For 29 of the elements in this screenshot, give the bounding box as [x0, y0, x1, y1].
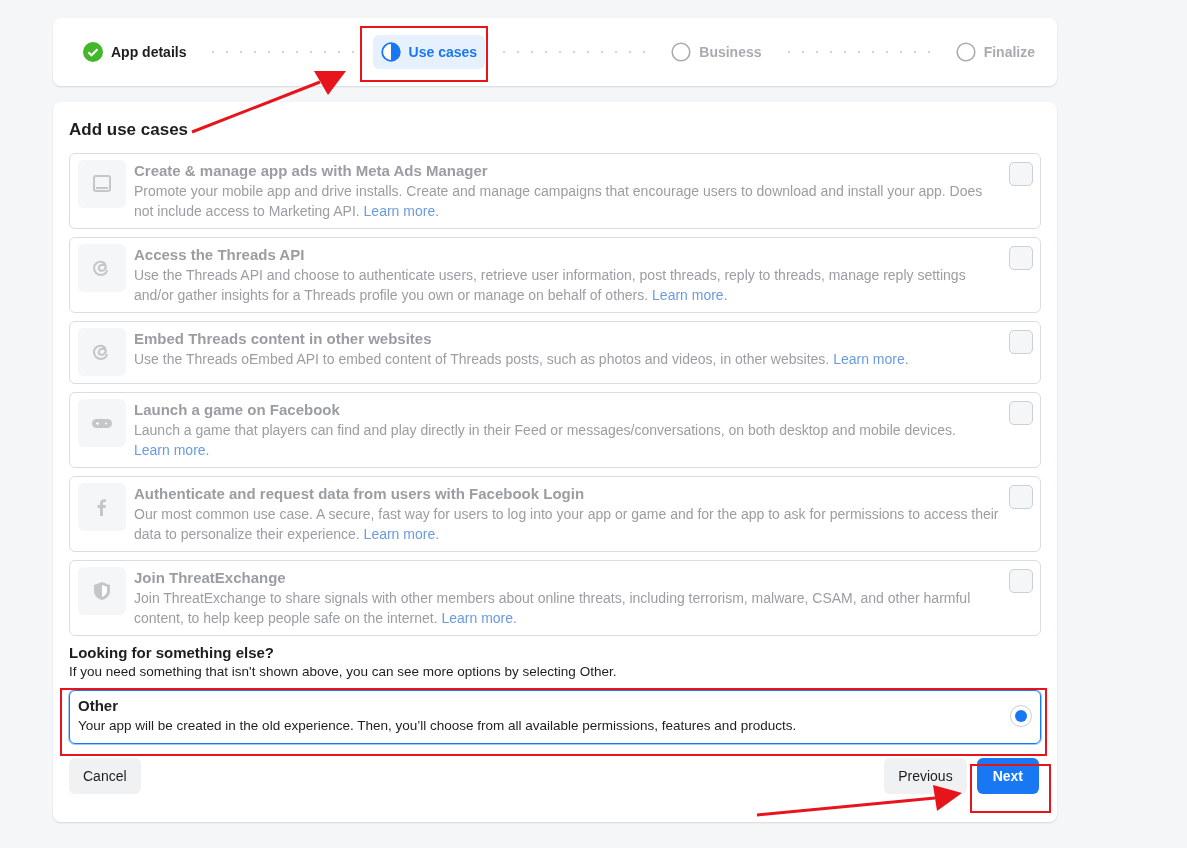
- option-title: Join ThreatExchange: [134, 568, 287, 588]
- next-button[interactable]: Next: [976, 758, 1039, 794]
- half-circle-icon: [380, 42, 401, 62]
- step-tab[interactable]: Use cases: [372, 35, 486, 69]
- step-tab[interactable]: App details: [75, 35, 195, 69]
- option-title: Create & manage app ads with Meta Ads Manager: [134, 161, 489, 181]
- option-title: Access the Threads API: [134, 245, 306, 265]
- option-title: Authenticate and request data from users with Facebook Login: [134, 484, 586, 504]
- cancel-button[interactable]: Cancel: [69, 758, 141, 794]
- option-title: Other: [78, 696, 119, 716]
- other-option[interactable]: Other Your app will be created in the old experience. Then, you’ll choose from all available permissions, features and products.: [69, 690, 1041, 744]
- hint-text: If you need something that isn't shown above, you can see more options by selecting Other.: [69, 664, 618, 679]
- previous-button[interactable]: Previous: [884, 758, 967, 794]
- empty-circle-icon: [671, 42, 692, 62]
- option-description: Launch a game that players can find and play directly in their Feed or messages/conversations, on both desktop and mobile devices. Learn more.: [134, 421, 957, 460]
- section-subheading: Looking for something else?: [69, 644, 275, 661]
- option-description: Join ThreatExchange to share signals with other members about online threats, including terrorism, malware, CSAM, and other harmful content, to help keep people safe on the internet. Learn more.: [134, 589, 972, 628]
- step-tab[interactable]: Business: [663, 35, 770, 69]
- option-title: Embed Threads content in other websites: [134, 329, 433, 349]
- option-description: Your app will be created in the old experience. Then, you’ll choose from all available permissions, features and products.: [78, 717, 798, 735]
- option-description: Use the Threads API and choose to authenticate users, retrieve user information, post threads, reply to threads, manage reply settings and/or gather insights for a Threads profile you own or manage on behalf of others. Learn more.: [134, 266, 967, 305]
- step-tab[interactable]: Finalize: [947, 35, 1043, 69]
- option-description: Promote your mobile app and drive installs. Create and manage campaigns that encourage users to download and install your app. Does not include access to Marketing API. Learn more.: [134, 182, 984, 221]
- check-circle-icon: [83, 42, 103, 62]
- option-description: Use the Threads oEmbed API to embed content of Threads posts, such as photos and videos, in other websites. Learn more.: [134, 350, 910, 369]
- section-heading: Add use cases: [69, 120, 190, 140]
- option-title: Launch a game on Facebook: [134, 400, 341, 420]
- empty-circle-icon: [955, 42, 976, 62]
- option-description: Our most common use case. A secure, fast way for users to log into your app or game and for the app to ask for permissions to access their data to personalize their experience. Learn more.: [134, 505, 1000, 544]
